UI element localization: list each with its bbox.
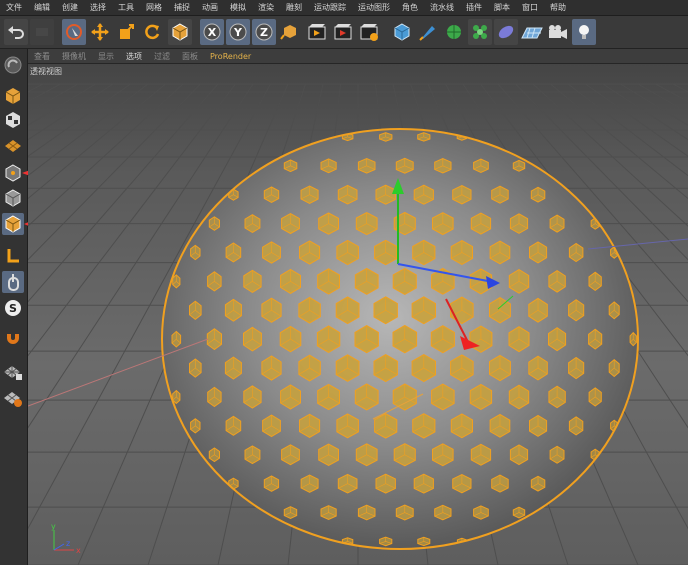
- camera-icon[interactable]: [546, 19, 570, 45]
- object-mode-icon[interactable]: [168, 19, 192, 45]
- z-axis-icon[interactable]: Z: [252, 19, 276, 45]
- menu-item[interactable]: 模拟: [224, 2, 252, 13]
- x-axis-label: X: [208, 26, 217, 39]
- menu-item[interactable]: 运动跟踪: [308, 2, 352, 13]
- menu-item[interactable]: 编辑: [28, 2, 56, 13]
- point-mode-icon[interactable]: [2, 135, 24, 157]
- menu-item[interactable]: 帮助: [544, 2, 572, 13]
- live-selection-icon[interactable]: [62, 19, 86, 45]
- menu-item[interactable]: 脚本: [488, 2, 516, 13]
- viewport-menu-item[interactable]: 选项: [120, 51, 148, 62]
- viewport-menu-item[interactable]: 面板: [176, 51, 204, 62]
- x-axis-icon[interactable]: X: [200, 19, 224, 45]
- y-axis-label: Y: [233, 26, 243, 39]
- viewport-menu-item[interactable]: ProRender: [204, 52, 257, 61]
- lock-workplane-icon[interactable]: [2, 361, 24, 383]
- gizmo-x-label: x: [76, 546, 81, 555]
- menu-item[interactable]: 动画: [196, 2, 224, 13]
- axis-mode-icon[interactable]: [2, 213, 38, 235]
- floor-icon[interactable]: [520, 19, 544, 45]
- menu-item[interactable]: 流水线: [424, 2, 460, 13]
- magnet-icon[interactable]: S: [2, 297, 24, 319]
- workplane-icon[interactable]: [2, 109, 24, 131]
- menu-item[interactable]: 雕刻: [280, 2, 308, 13]
- svg-text:S: S: [9, 302, 17, 315]
- redo-icon[interactable]: [30, 19, 54, 45]
- edge-mode-icon[interactable]: [2, 162, 30, 184]
- deformer-icon[interactable]: [494, 19, 518, 45]
- viewport-menu-item[interactable]: 查看: [28, 51, 56, 62]
- light-icon[interactable]: [572, 19, 596, 45]
- menu-item[interactable]: 工具: [112, 2, 140, 13]
- coordinate-system-icon[interactable]: [278, 19, 302, 45]
- menu-item[interactable]: 捕捉: [168, 2, 196, 13]
- move-icon[interactable]: [88, 19, 112, 45]
- perspective-viewport[interactable]: y x z: [28, 64, 688, 565]
- menu-item[interactable]: 插件: [460, 2, 488, 13]
- cloner-icon[interactable]: [468, 19, 492, 45]
- solo-icon[interactable]: [2, 271, 24, 293]
- enable-snap-icon[interactable]: [2, 329, 24, 351]
- cube-icon[interactable]: [390, 19, 414, 45]
- menu-bar: 文件 编辑 创建 选择 工具 网格 捕捉 动画 模拟 渲染 雕刻 运动跟踪 运动图形 角色 流水线 插件 脚本窗…: [0, 0, 688, 16]
- menu-item[interactable]: 创建: [56, 2, 84, 13]
- undo-icon[interactable]: [4, 19, 28, 45]
- scale-icon[interactable]: [114, 19, 138, 45]
- menu-item[interactable]: 运动图形: [352, 2, 396, 13]
- main-toolbar: X Y Z: [0, 16, 688, 49]
- render-settings-icon[interactable]: [358, 19, 382, 45]
- menu-item[interactable]: 文件: [0, 2, 28, 13]
- gizmo-y-label: y: [51, 522, 56, 531]
- render-picture-viewer-icon[interactable]: [332, 19, 356, 45]
- texture-mode-icon[interactable]: [2, 85, 24, 107]
- menu-item[interactable]: 角色: [396, 2, 424, 13]
- viewport-menu: 查看 摄像机 显示 选项 过滤 面板 ProRender: [28, 49, 688, 64]
- viewport-scene[interactable]: y x z: [28, 64, 688, 565]
- viewport-menu-item[interactable]: 摄像机: [56, 51, 92, 62]
- make-editable-icon[interactable]: [2, 54, 24, 76]
- polygon-mode-icon[interactable]: [2, 187, 24, 209]
- tweak-icon[interactable]: [2, 245, 24, 267]
- left-toolbar: S: [0, 49, 38, 565]
- gizmo-z-label: z: [66, 539, 70, 548]
- menu-item[interactable]: 窗口: [516, 2, 544, 13]
- subdivision-icon[interactable]: [442, 19, 466, 45]
- z-axis-label: Z: [260, 26, 268, 39]
- workplane-lock-alt-icon[interactable]: [2, 387, 24, 409]
- rotate-icon[interactable]: [140, 19, 164, 45]
- viewport-label: 透视视图: [30, 67, 62, 76]
- viewport-menu-item[interactable]: 过滤: [148, 51, 176, 62]
- render-view-icon[interactable]: [306, 19, 330, 45]
- viewport-menu-item[interactable]: 显示: [92, 51, 120, 62]
- view-axis-gizmo: y x z: [51, 522, 81, 555]
- y-axis-icon[interactable]: Y: [226, 19, 250, 45]
- menu-item[interactable]: 渲染: [252, 2, 280, 13]
- pen-icon[interactable]: [416, 19, 440, 45]
- menu-item[interactable]: 选择: [84, 2, 112, 13]
- menu-item[interactable]: 网格: [140, 2, 168, 13]
